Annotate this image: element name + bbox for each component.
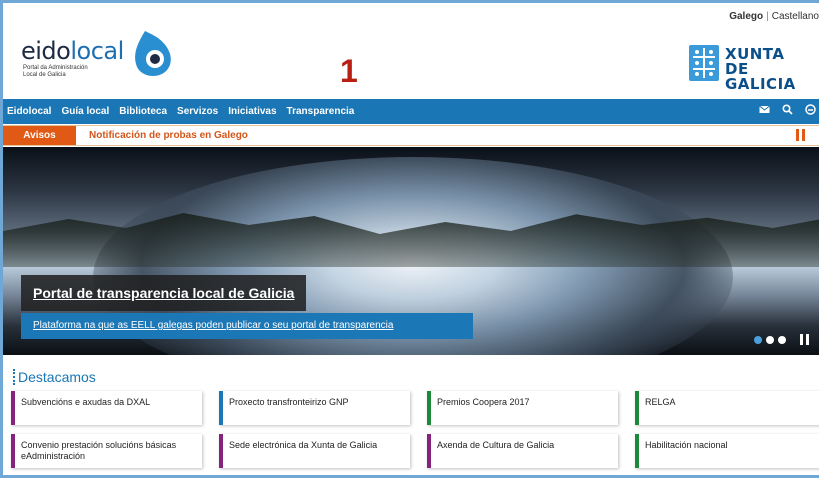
logo-wordmark-eido: eido <box>21 37 71 65</box>
featured-card-label: Axenda de Cultura de Galicia <box>437 440 555 450</box>
featured-card[interactable]: Habilitación nacional <box>635 434 819 468</box>
annotation-number: 1 <box>340 53 358 89</box>
search-icon[interactable] <box>782 104 793 115</box>
featured-heading: Destacamos <box>13 369 96 385</box>
featured-card[interactable]: Subvencións e axudas da DXAL <box>11 391 202 425</box>
nav-item-biblioteca[interactable]: Biblioteca <box>119 106 167 117</box>
featured-card-label: Sede electrónica da Xunta de Galicia <box>229 440 378 450</box>
featured-card-label: Convenio prestación solucións básicas eA… <box>21 440 177 461</box>
nav-item-servizos[interactable]: Servizos <box>177 106 218 117</box>
language-switcher: Galego | Castellano <box>729 11 819 22</box>
featured-card[interactable]: Axenda de Cultura de Galicia <box>427 434 618 468</box>
featured-card-label: RELGA <box>645 397 676 407</box>
xunta-emblem-icon <box>689 45 719 81</box>
nav-item-transparencia[interactable]: Transparencia <box>287 106 355 117</box>
xunta-logo[interactable]: XUNTA DE GALICIA <box>689 45 814 92</box>
lang-galego[interactable]: Galego <box>729 11 763 22</box>
water-drop-icon <box>135 31 171 76</box>
nav-icons <box>759 104 816 115</box>
logo-wordmark-local: local <box>70 37 124 65</box>
logo-wordmark: eidolocal <box>21 37 124 65</box>
logo-subtitle: Portal da Administración Local de Galici… <box>23 65 133 79</box>
alerts-bar: Avisos Notificación de probas en Galego <box>3 125 819 146</box>
featured-card[interactable]: Sede electrónica da Xunta de Galicia <box>219 434 410 468</box>
page-frame: Galego | Castellano eidolocal Portal da Ad… <box>0 0 819 478</box>
featured-card[interactable]: RELGA <box>635 391 819 425</box>
featured-card-label: Proxecto transfronteirizo GNP <box>229 397 349 407</box>
xunta-wordmark: XUNTA DE GALICIA <box>725 47 814 92</box>
carousel-pause-icon[interactable] <box>800 334 810 345</box>
alert-message[interactable]: Notificación de probas en Galego <box>89 126 248 145</box>
lang-separator: | <box>766 11 769 22</box>
main-nav: Eidolocal Guía local Biblioteca Servizos… <box>3 99 819 124</box>
eidolocal-logo[interactable]: eidolocal Portal da Administración Local… <box>21 29 171 81</box>
logo-subtitle-line2: Local de Galicia <box>23 72 66 78</box>
xunta-wordmark-line2: DE GALICIA <box>725 60 796 93</box>
carousel-dot-3[interactable] <box>778 335 786 344</box>
carousel-dot-2[interactable] <box>766 335 774 344</box>
carousel-controls <box>754 334 810 345</box>
featured-card-label: Premios Coopera 2017 <box>437 397 530 407</box>
featured-card[interactable]: Convenio prestación solucións básicas eA… <box>11 434 202 468</box>
nav-item-iniciativas[interactable]: Iniciativas <box>228 106 276 117</box>
hero-carousel: Portal de transparencia local de Galicia… <box>3 147 819 355</box>
nav-item-guia-local[interactable]: Guía local <box>61 106 109 117</box>
hero-title[interactable]: Portal de transparencia local de Galicia <box>21 275 307 311</box>
alerts-label: Avisos <box>3 126 76 145</box>
alert-pause-icon[interactable] <box>796 129 805 141</box>
carousel-dot-1[interactable] <box>754 335 762 344</box>
user-icon[interactable] <box>805 104 816 115</box>
featured-card-label: Habilitación nacional <box>645 440 728 450</box>
featured-card[interactable]: Proxecto transfronteirizo GNP <box>219 391 410 425</box>
nav-item-eidolocal[interactable]: Eidolocal <box>7 106 51 117</box>
mail-icon[interactable] <box>759 104 770 115</box>
lang-castellano[interactable]: Castellano <box>772 11 819 22</box>
featured-card-label: Subvencións e axudas da DXAL <box>21 397 151 407</box>
featured-card[interactable]: Premios Coopera 2017 <box>427 391 618 425</box>
hero-subtitle-link[interactable]: Plataforma na que as EELL galegas poden … <box>21 313 473 339</box>
logo-subtitle-line1: Portal da Administración <box>23 65 88 71</box>
